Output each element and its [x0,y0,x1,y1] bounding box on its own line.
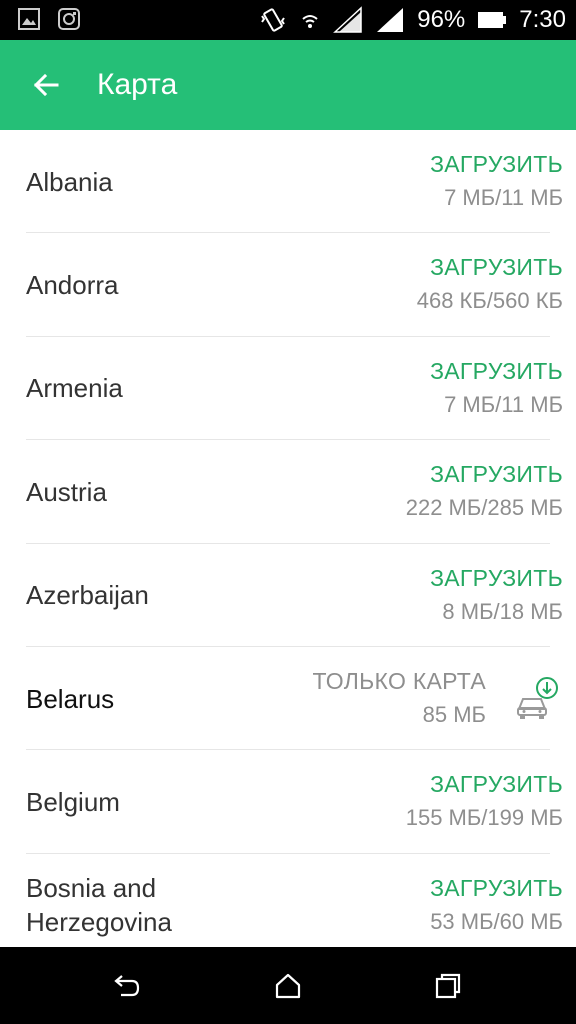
download-button[interactable]: ЗАГРУЗИТЬ [430,871,563,905]
download-button[interactable]: ЗАГРУЗИТЬ [406,767,563,801]
list-item[interactable]: Bosnia and Herzegovina ЗАГРУЗИТЬ 53 МБ/6… [0,854,576,947]
country-list: Albania ЗАГРУЗИТЬ 7 МБ/11 МБ Andorra ЗАГ… [0,130,576,947]
country-name: Belarus [26,683,115,714]
arrow-left-icon[interactable] [30,69,62,101]
country-name: Albania [26,166,113,197]
signal-icon-1 [333,6,362,33]
download-button[interactable]: ЗАГРУЗИТЬ [430,147,563,181]
nav-back-icon[interactable] [112,971,142,1001]
nav-home-icon[interactable] [273,971,303,1001]
list-item[interactable]: Belarus ТОЛЬКО КАРТА 85 МБ [0,647,576,751]
map-only-status: ТОЛЬКО КАРТА [312,667,486,694]
instagram-notification-icon [58,8,80,30]
clock: 7:30 [519,6,566,33]
status-bar: 96% 7:30 [0,0,576,40]
download-size: 7 МБ/11 МБ [444,185,563,210]
download-size: 468 КБ/560 КБ [416,288,563,314]
country-name: Azerbaijan [26,580,149,611]
country-name: Bosnia and Herzegovina [26,854,172,947]
download-size: 222 МБ/285 МБ [405,495,563,521]
vibrate-icon [261,8,286,32]
list-item[interactable]: Belgium ЗАГРУЗИТЬ 155 МБ/199 МБ [0,750,576,854]
download-button[interactable]: ЗАГРУЗИТЬ [430,354,563,388]
signal-icon-2 [377,8,404,32]
list-item[interactable]: Andorra ЗАГРУЗИТЬ 468 КБ/560 КБ [0,233,576,337]
download-size: 8 МБ/18 МБ [442,598,563,624]
country-name-line1: Bosnia and [26,873,157,904]
country-name-line2: Herzegovina [26,907,172,938]
wifi-icon [302,15,318,28]
page-title: Карта [97,68,178,101]
navigation-bar [0,947,576,1024]
car-download-icon[interactable] [515,676,559,721]
download-size: 53 МБ/60 МБ [430,908,563,934]
list-item[interactable]: Armenia ЗАГРУЗИТЬ 7 МБ/11 МБ [0,337,576,441]
battery-percent: 96% [417,6,466,33]
download-size: 155 МБ/199 МБ [405,805,563,831]
country-name: Belgium [26,787,120,818]
country-name: Andorra [26,270,119,301]
gallery-notification-icon [18,8,40,30]
download-button[interactable]: ЗАГРУЗИТЬ [406,457,563,491]
country-name: Austria [26,476,107,507]
battery-icon [478,12,507,28]
download-size: 85 МБ [422,701,486,727]
list-item[interactable]: Azerbaijan ЗАГРУЗИТЬ 8 МБ/18 МБ [0,544,576,647]
list-item[interactable]: Albania ЗАГРУЗИТЬ 7 МБ/11 МБ [0,130,576,234]
nav-recents-icon[interactable] [433,971,463,1001]
country-name: Armenia [26,373,123,404]
download-button[interactable]: ЗАГРУЗИТЬ [417,250,563,284]
list-item[interactable]: Austria ЗАГРУЗИТЬ 222 МБ/285 МБ [0,440,576,544]
app-bar: Карта [0,40,576,130]
download-size: 7 МБ/11 МБ [444,391,563,417]
download-button[interactable]: ЗАГРУЗИТЬ [430,561,563,595]
